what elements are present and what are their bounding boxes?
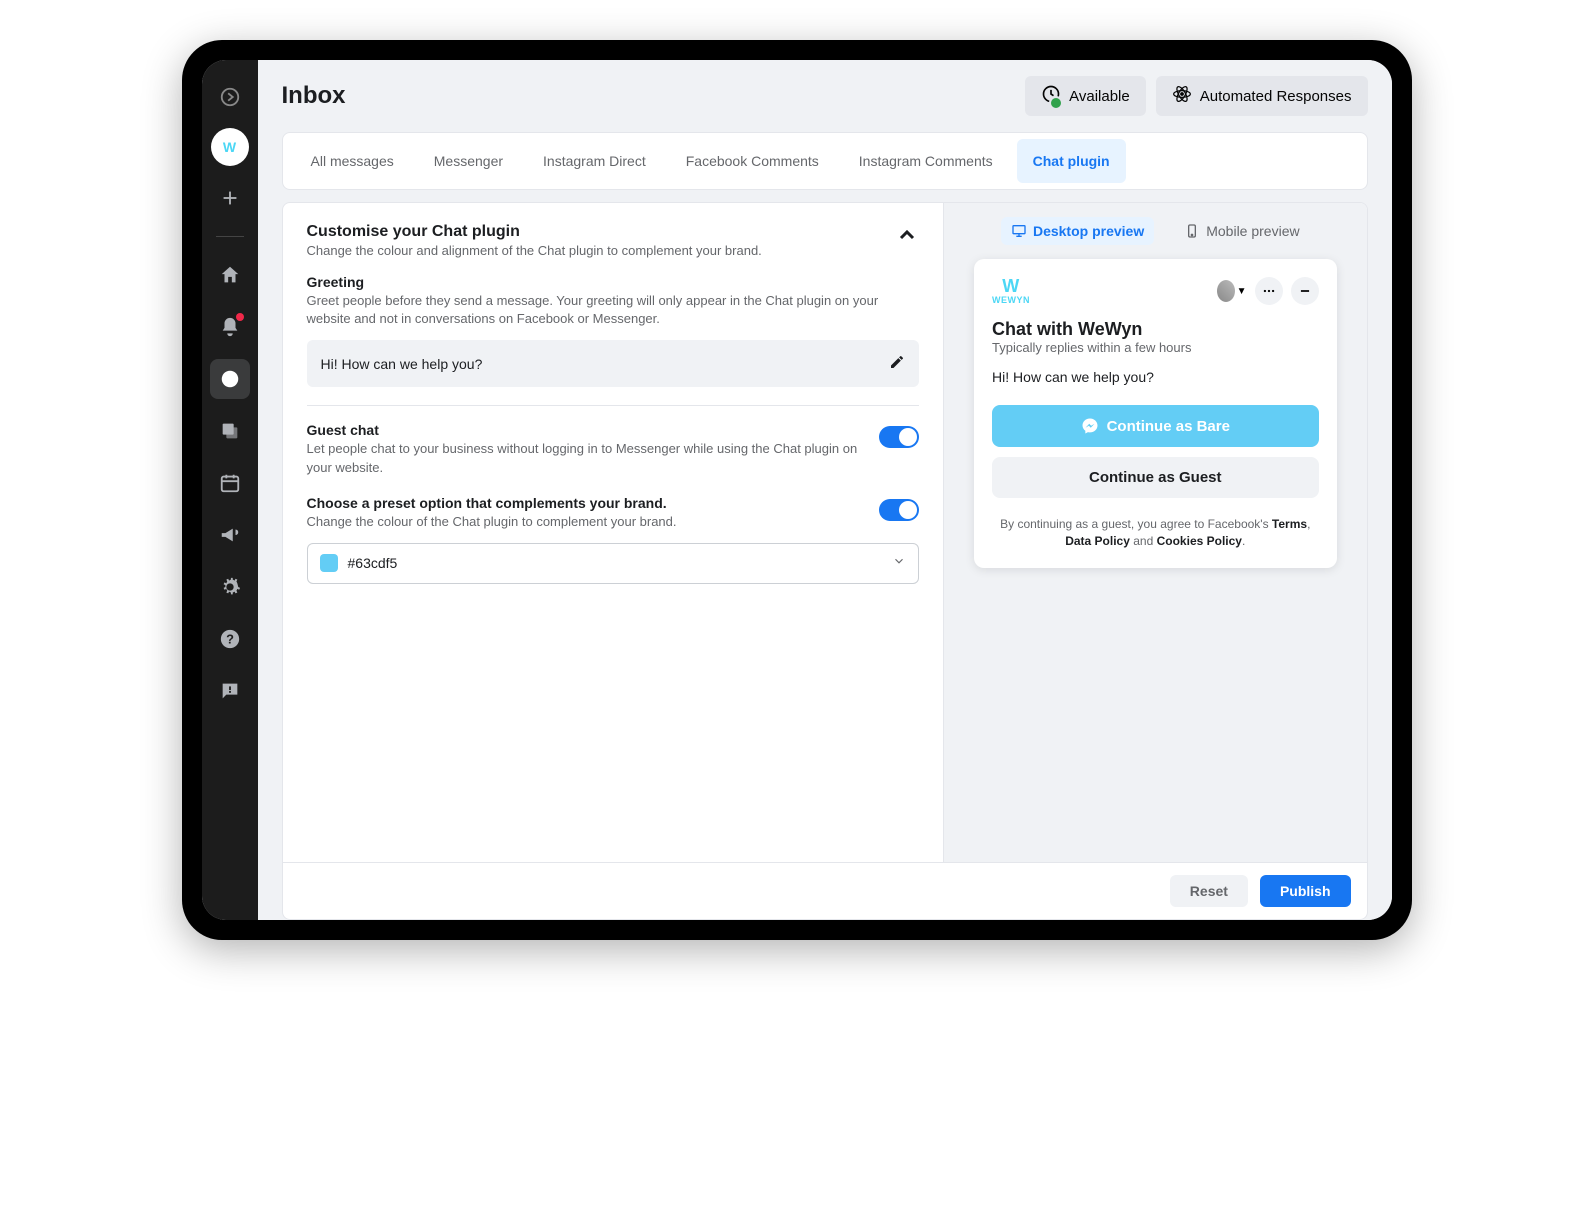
app-sidebar: W ? xyxy=(202,60,258,920)
home-icon[interactable] xyxy=(210,255,250,295)
greeting-desc: Greet people before they send a message.… xyxy=(307,292,920,328)
svg-text:?: ? xyxy=(226,632,234,647)
preset-desc: Change the colour of the Chat plugin to … xyxy=(307,513,677,531)
dots-icon xyxy=(1262,284,1276,298)
add-button[interactable] xyxy=(210,178,250,218)
minimize-button[interactable] xyxy=(1291,277,1319,305)
chat-widget-preview: W WeWyn ▼ xyxy=(974,259,1336,568)
chat-subtitle: Typically replies within a few hours xyxy=(992,340,1318,355)
feedback-icon[interactable] xyxy=(210,671,250,711)
mobile-icon xyxy=(1184,223,1200,239)
settings-icon[interactable] xyxy=(210,567,250,607)
greeting-title: Greeting xyxy=(307,274,920,290)
content-panel: Customise your Chat plugin Change the co… xyxy=(282,202,1368,862)
page-header: Inbox Available Automated Responses xyxy=(258,60,1392,132)
chat-title: Chat with WeWyn xyxy=(992,319,1318,340)
collapse-toggle[interactable] xyxy=(895,223,919,247)
tab-all-messages[interactable]: All messages xyxy=(295,139,410,183)
preset-title: Choose a preset option that complements … xyxy=(307,495,677,511)
availability-button[interactable]: Available xyxy=(1025,76,1146,116)
megaphone-icon[interactable] xyxy=(210,515,250,555)
color-dropdown[interactable]: #63cdf5 xyxy=(307,543,920,584)
pencil-icon[interactable] xyxy=(889,354,905,373)
automated-responses-button[interactable]: Automated Responses xyxy=(1156,76,1368,116)
minus-icon xyxy=(1298,284,1312,298)
preset-toggle[interactable] xyxy=(879,499,919,521)
screen: W ? xyxy=(202,60,1392,920)
monitor-icon xyxy=(1011,223,1027,239)
page-title: Inbox xyxy=(282,82,346,110)
greeting-block: Greeting Greet people before they send a… xyxy=(307,274,920,387)
cookies-policy-link[interactable]: Cookies Policy xyxy=(1157,534,1242,548)
continue-primary-button[interactable]: Continue as Bare xyxy=(992,405,1318,447)
more-options-button[interactable] xyxy=(1255,277,1283,305)
calendar-icon[interactable] xyxy=(210,463,250,503)
messenger-icon xyxy=(1081,417,1099,435)
availability-label: Available xyxy=(1069,88,1130,105)
notifications-icon[interactable] xyxy=(210,307,250,347)
clock-status-icon xyxy=(1041,84,1061,108)
preview-tabs: Desktop preview Mobile preview xyxy=(944,203,1366,259)
tab-chat-plugin[interactable]: Chat plugin xyxy=(1017,139,1126,183)
guest-chat-block: Guest chat Let people chat to your busin… xyxy=(307,422,920,476)
chevron-down-icon xyxy=(892,554,906,573)
reset-button[interactable]: Reset xyxy=(1170,875,1248,907)
inbox-tabs: All messages Messenger Instagram Direct … xyxy=(282,132,1368,190)
brand-avatar[interactable]: W xyxy=(211,128,249,166)
section-subtitle: Change the colour and alignment of the C… xyxy=(307,243,762,258)
account-dropdown[interactable]: ▼ xyxy=(1217,279,1247,303)
data-policy-link[interactable]: Data Policy xyxy=(1065,534,1130,548)
greeting-value: Hi! How can we help you? xyxy=(321,356,483,372)
publish-button[interactable]: Publish xyxy=(1260,875,1351,907)
guest-chat-toggle[interactable] xyxy=(879,426,919,448)
user-avatar xyxy=(1217,280,1235,302)
color-swatch xyxy=(320,554,338,572)
continue-guest-button[interactable]: Continue as Guest xyxy=(992,457,1318,498)
automated-label: Automated Responses xyxy=(1200,88,1352,105)
inbox-icon[interactable] xyxy=(210,359,250,399)
header-actions: Available Automated Responses xyxy=(1025,76,1367,116)
terms-link[interactable]: Terms xyxy=(1272,517,1307,531)
caret-down-icon: ▼ xyxy=(1237,286,1247,297)
chat-widget-header: W WeWyn ▼ xyxy=(992,277,1318,305)
preset-block: Choose a preset option that complements … xyxy=(307,495,920,584)
tab-messenger[interactable]: Messenger xyxy=(418,139,519,183)
guest-desc: Let people chat to your business without… xyxy=(307,440,864,476)
notification-badge xyxy=(236,313,244,321)
action-footer: Reset Publish xyxy=(282,862,1368,920)
preview-pane: Desktop preview Mobile preview W WeWyn xyxy=(944,203,1366,862)
legal-text: By continuing as a guest, you agree to F… xyxy=(992,516,1318,550)
chat-greeting-text: Hi! How can we help you? xyxy=(992,369,1318,385)
help-icon[interactable]: ? xyxy=(210,619,250,659)
section-title: Customise your Chat plugin xyxy=(307,223,762,241)
tab-facebook-comments[interactable]: Facebook Comments xyxy=(670,139,835,183)
divider xyxy=(216,236,244,237)
guest-title: Guest chat xyxy=(307,422,864,438)
mobile-preview-tab[interactable]: Mobile preview xyxy=(1174,217,1309,245)
section-header: Customise your Chat plugin Change the co… xyxy=(307,223,920,258)
tab-instagram-direct[interactable]: Instagram Direct xyxy=(527,139,662,183)
tab-instagram-comments[interactable]: Instagram Comments xyxy=(843,139,1009,183)
desktop-preview-tab[interactable]: Desktop preview xyxy=(1001,217,1154,245)
posts-icon[interactable] xyxy=(210,411,250,451)
brand-logo: W WeWyn xyxy=(992,277,1030,305)
divider xyxy=(307,405,920,406)
tablet-frame: W ? xyxy=(182,40,1412,940)
app-logo-icon[interactable] xyxy=(211,78,249,116)
color-hex: #63cdf5 xyxy=(348,555,398,571)
main-area: Inbox Available Automated Responses All … xyxy=(258,60,1392,920)
settings-pane: Customise your Chat plugin Change the co… xyxy=(283,203,945,862)
atom-icon xyxy=(1172,84,1192,108)
greeting-input[interactable]: Hi! How can we help you? xyxy=(307,340,920,387)
